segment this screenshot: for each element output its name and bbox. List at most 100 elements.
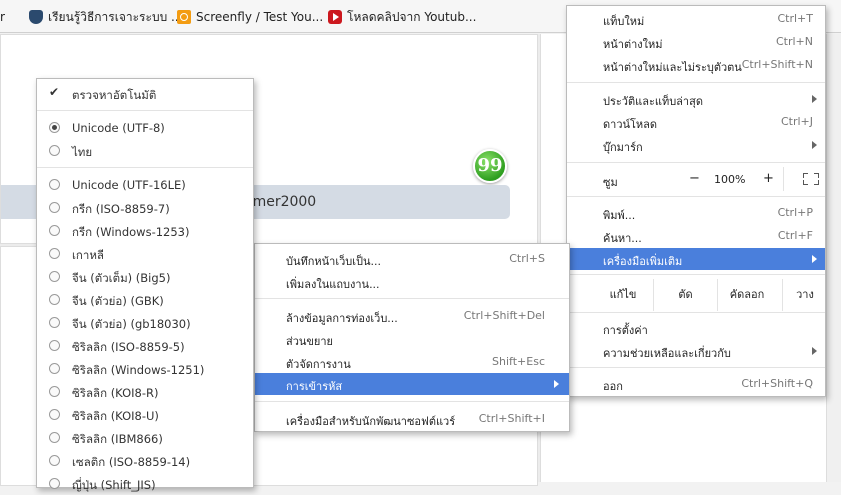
menu-item-add-to-taskbar[interactable]: เพิ่มลงในแถบงาน...: [255, 271, 569, 293]
encoding-option[interactable]: ญี่ปุ่น (Shift_JIS): [37, 473, 253, 495]
menu-item-bookmarks[interactable]: บุ๊กมาร์ก: [567, 134, 825, 156]
radio-icon: [49, 202, 60, 213]
encoding-option[interactable]: กรีก (ISO-8859-7): [37, 197, 253, 219]
menu-item-label: พิมพ์...: [603, 209, 636, 222]
radio-icon: [49, 294, 60, 305]
menu-separator: [567, 274, 825, 275]
menu-item-shortcut: Ctrl+T: [777, 12, 813, 25]
radio-icon: [49, 386, 60, 397]
more-tools-submenu: บันทึกหน้าเว็บเป็น... Ctrl+S เพิ่มลงในแถ…: [254, 243, 570, 432]
menu-item-clear-data[interactable]: ล้างข้อมูลการท่องเว็บ... Ctrl+Shift+Del: [255, 305, 569, 327]
submenu-arrow-icon: [812, 347, 817, 355]
copy-button[interactable]: คัดลอก: [718, 279, 776, 311]
menu-item-label: เครื่องมือเพิ่มเติม: [603, 255, 683, 268]
menu-separator: [255, 401, 569, 402]
bookmark-label: เรียนรู้วิธีการเจาะระบบ ...: [48, 9, 183, 24]
encoding-option[interactable]: จีน (ตัวเต็ม) (Big5): [37, 266, 253, 288]
cut-button[interactable]: ตัด: [654, 279, 717, 311]
scrollbar[interactable]: [826, 34, 841, 482]
zoom-in-button[interactable]: +: [763, 171, 774, 186]
menu-item-label: ญี่ปุ่น (Shift_JIS): [72, 478, 156, 492]
menu-item-label: เซลติก (ISO-8859-14): [72, 455, 191, 469]
bookmark-label: Screenfly / Test You...: [196, 10, 324, 24]
menu-item-task-manager[interactable]: ตัวจัดการงาน Shift+Esc: [255, 351, 569, 373]
bookmark-label: r: [0, 10, 5, 24]
menu-separator: [567, 162, 825, 163]
menu-item-label: Unicode (UTF-8): [72, 121, 165, 135]
menu-item-help[interactable]: ความช่วยเหลือและเกี่ยวกับ: [567, 340, 825, 362]
edit-label: แก้ไข: [609, 288, 637, 301]
menu-item-label: ล้างข้อมูลการท่องเว็บ...: [286, 312, 398, 325]
screenfly-icon: [177, 10, 191, 24]
menu-item-shortcut: Ctrl+Shift+I: [478, 412, 545, 425]
menu-item-find[interactable]: ค้นหา... Ctrl+F: [567, 225, 825, 247]
encoding-option[interactable]: ซิริลลิก (IBM866): [37, 427, 253, 449]
encoding-option[interactable]: จีน (ตัวย่อ) (gb18030): [37, 312, 253, 334]
encoding-option[interactable]: เกาหลี: [37, 243, 253, 265]
menu-item-encoding[interactable]: การเข้ารหัส: [255, 373, 569, 395]
encoding-option[interactable]: กรีก (Windows-1253): [37, 220, 253, 242]
menu-item-downloads[interactable]: ดาวน์โหลด Ctrl+J: [567, 111, 825, 133]
menu-item-new-window[interactable]: หน้าต่างใหม่ Ctrl+N: [567, 31, 825, 53]
radio-icon: [49, 455, 60, 466]
menu-item-label: ซิริลลิก (KOI8-U): [72, 409, 159, 423]
encoding-option[interactable]: เซลติก (ISO-8859-14): [37, 450, 253, 472]
menu-item-new-tab[interactable]: แท็บใหม่ Ctrl+T: [567, 8, 825, 30]
bookmark-item[interactable]: r: [0, 8, 5, 26]
menu-item-extensions[interactable]: ส่วนขยาย: [255, 328, 569, 350]
menu-item-label: แท็บใหม่: [603, 15, 645, 28]
menu-item-label: ออก: [603, 380, 623, 393]
menu-item-devtools[interactable]: เครื่องมือสำหรับนักพัฒนาซอฟต์แวร์ Ctrl+S…: [255, 408, 569, 430]
bookmark-item[interactable]: เรียนรู้วิธีการเจาะระบบ ...: [29, 8, 182, 26]
encoding-option[interactable]: ซิริลลิก (KOI8-R): [37, 381, 253, 403]
radio-icon: [49, 317, 60, 328]
menu-item-shortcut: Ctrl+Shift+N: [741, 58, 813, 71]
paste-button[interactable]: วาง: [783, 279, 827, 311]
menu-item-shortcut: Ctrl+F: [777, 229, 813, 242]
zoom-level: 100%: [714, 173, 746, 186]
encoding-option[interactable]: จีน (ตัวย่อ) (GBK): [37, 289, 253, 311]
menu-item-label: ความช่วยเหลือและเกี่ยวกับ: [603, 347, 731, 360]
menu-item-label: Unicode (UTF-16LE): [72, 178, 186, 192]
menu-item-settings[interactable]: การตั้งค่า: [567, 317, 825, 339]
menu-item-label: จีน (ตัวย่อ) (gb18030): [72, 317, 191, 331]
menu-item-shortcut: Ctrl+J: [780, 115, 813, 128]
bookmark-item[interactable]: Screenfly / Test You...: [177, 8, 323, 26]
menu-item-label: เพิ่มลงในแถบงาน...: [286, 278, 380, 291]
radio-icon: [49, 225, 60, 236]
encoding-option[interactable]: ไทย: [37, 140, 253, 162]
fullscreen-icon[interactable]: [803, 173, 819, 185]
menu-item-shortcut: Ctrl+Shift+Q: [741, 377, 813, 390]
quote-icon[interactable]: 99: [473, 149, 507, 183]
menu-item-label: บันทึกหน้าเว็บเป็น...: [286, 255, 382, 268]
encoding-option[interactable]: ซิริลลิก (KOI8-U): [37, 404, 253, 426]
menu-item-auto-detect[interactable]: ✔ ตรวจหาอัตโนมัติ: [37, 83, 253, 105]
menu-item-label: ประวัติและแท็บล่าสุด: [603, 95, 703, 108]
radio-icon: [49, 432, 60, 443]
encoding-option[interactable]: ซิริลลิก (ISO-8859-5): [37, 335, 253, 357]
bookmark-item[interactable]: โหลดคลิปจาก Youtub...: [328, 8, 476, 26]
encoding-option[interactable]: Unicode (UTF-16LE): [37, 174, 253, 196]
menu-item-incognito[interactable]: หน้าต่างใหม่และไม่ระบุตัวตน Ctrl+Shift+N: [567, 54, 825, 76]
menu-item-label: บุ๊กมาร์ก: [603, 141, 643, 154]
menu-separator: [37, 167, 253, 168]
zoom-divider: [783, 167, 784, 191]
menu-item-label: หน้าต่างใหม่: [603, 38, 663, 51]
menu-item-print[interactable]: พิมพ์... Ctrl+P: [567, 202, 825, 224]
menu-item-more-tools[interactable]: เครื่องมือเพิ่มเติม: [567, 248, 825, 270]
menu-separator: [567, 82, 825, 83]
encoding-option[interactable]: ซิริลลิก (Windows-1251): [37, 358, 253, 380]
radio-icon: [49, 248, 60, 259]
menu-item-label: จีน (ตัวเต็ม) (Big5): [72, 271, 171, 285]
menu-item-label: ซิริลลิก (KOI8-R): [72, 386, 159, 400]
zoom-out-button[interactable]: −: [689, 171, 700, 186]
radio-icon: [49, 363, 60, 374]
menu-item-exit[interactable]: ออก Ctrl+Shift+Q: [567, 373, 825, 395]
menu-item-save-page[interactable]: บันทึกหน้าเว็บเป็น... Ctrl+S: [255, 248, 569, 270]
chrome-main-menu: แท็บใหม่ Ctrl+T หน้าต่างใหม่ Ctrl+N หน้า…: [566, 5, 826, 397]
menu-item-label: เครื่องมือสำหรับนักพัฒนาซอฟต์แวร์: [286, 415, 456, 428]
encoding-submenu: ✔ ตรวจหาอัตโนมัติ Unicode (UTF-8) ไทย Un…: [36, 78, 254, 492]
encoding-option[interactable]: Unicode (UTF-8): [37, 117, 253, 139]
menu-item-history[interactable]: ประวัติและแท็บล่าสุด: [567, 88, 825, 110]
menu-item-shortcut: Ctrl+Shift+Del: [463, 309, 545, 322]
